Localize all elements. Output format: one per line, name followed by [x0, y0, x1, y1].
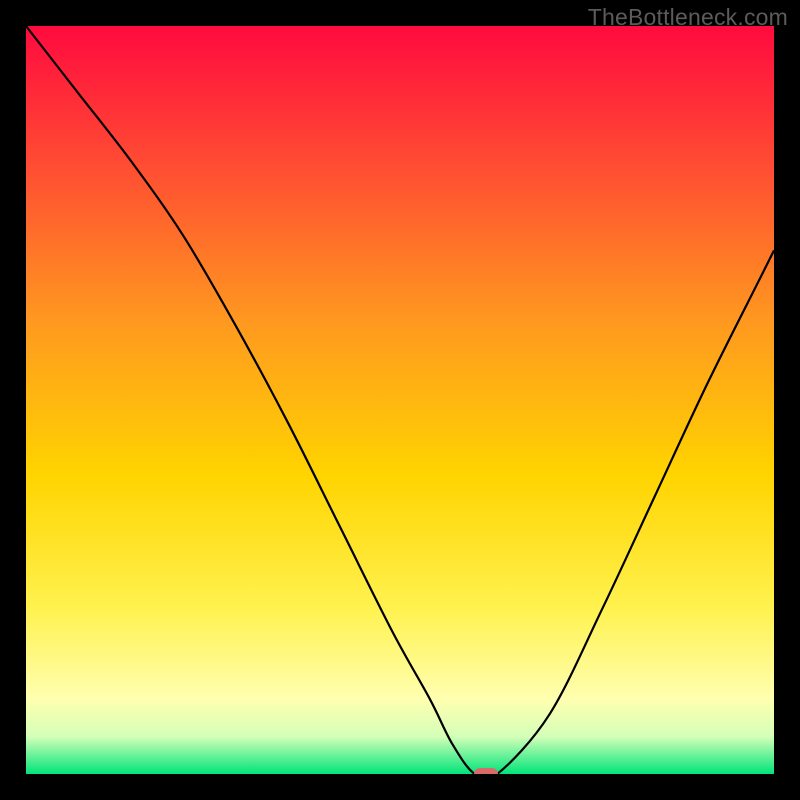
curve-minimum-marker — [474, 768, 498, 774]
watermark-text: TheBottleneck.com — [588, 4, 788, 31]
chart-frame: TheBottleneck.com — [0, 0, 800, 800]
chart-background-gradient — [26, 26, 774, 774]
chart-plot-area — [26, 26, 774, 774]
